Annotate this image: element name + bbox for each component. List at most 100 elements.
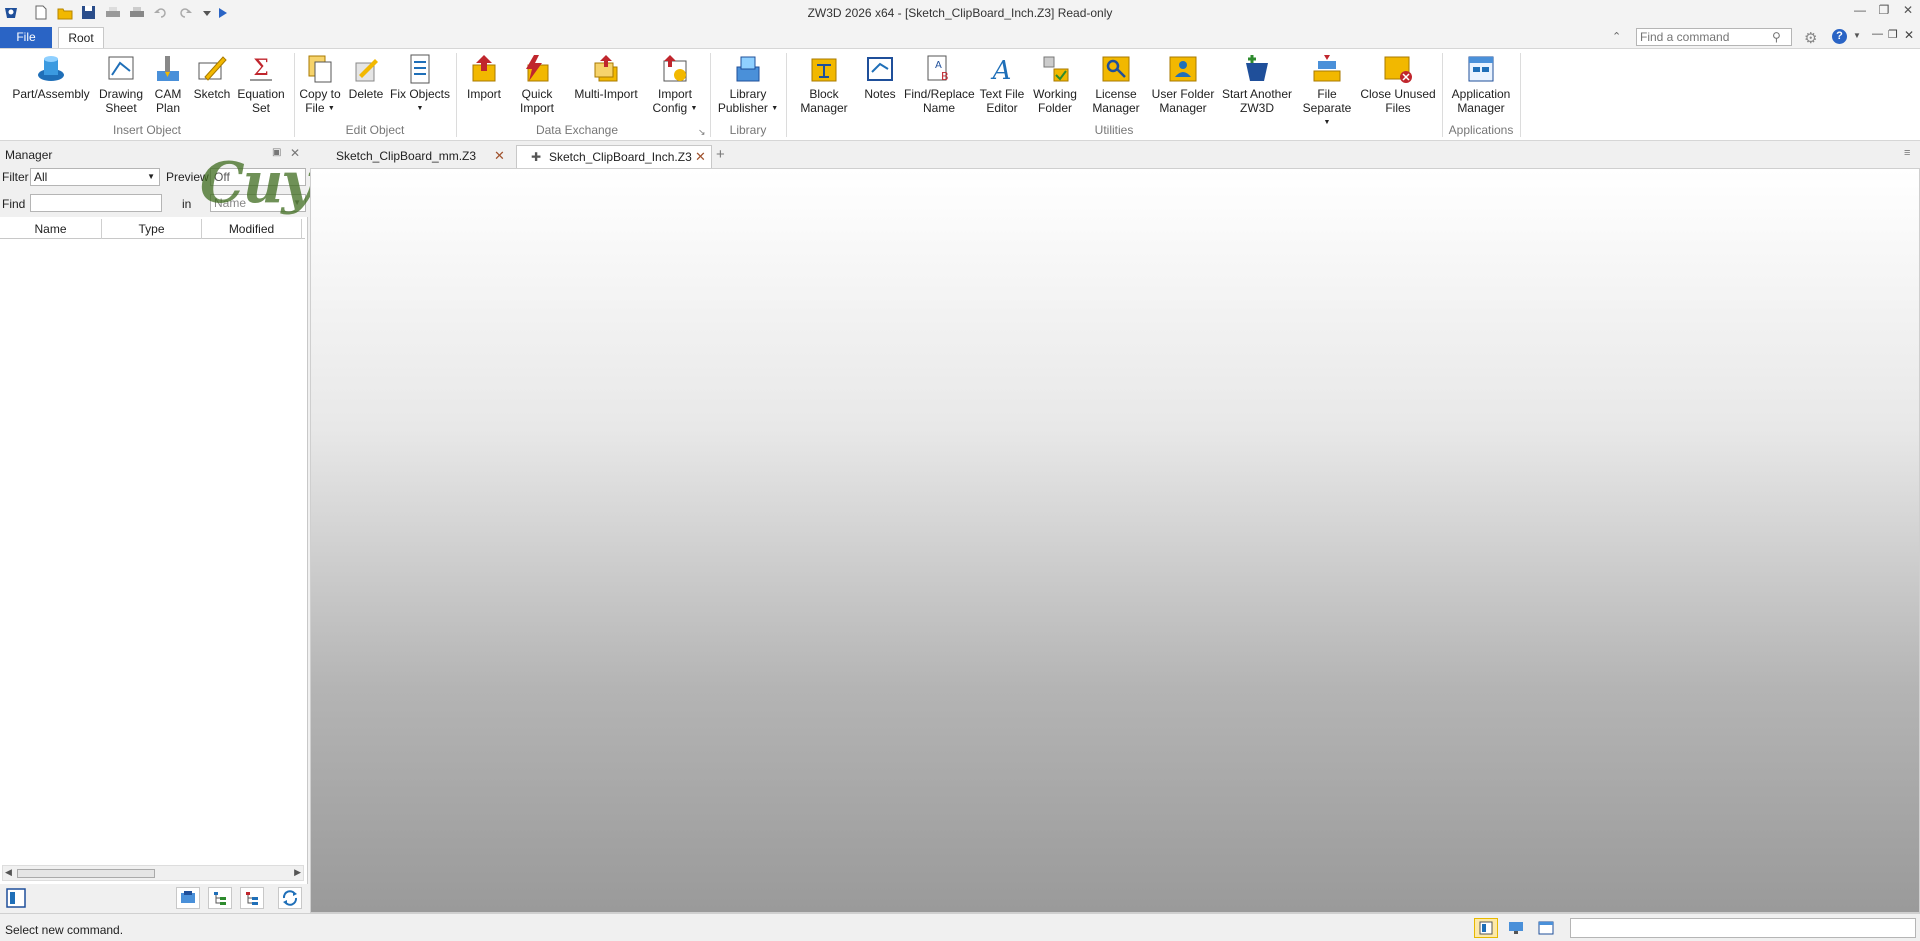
quick-import-icon [526,55,549,82]
file-tab[interactable]: File [0,27,52,48]
text-file-editor-icon: A [991,56,1012,85]
filter-label: Filter [2,170,29,184]
help-dropdown-icon[interactable]: ▼ [1853,31,1861,40]
utilities-group-label: Utilities [1094,123,1134,137]
status-message: Select new command. [5,923,124,937]
column-type[interactable]: Type [102,219,202,239]
user-folder-icon [1169,56,1197,82]
find-replace-icon: AB [927,55,949,83]
minimize-icon[interactable]: — [1852,3,1868,17]
find-replace-name-button[interactable]: AB Find/Replace Name [904,53,975,115]
user-folder-manager-button[interactable]: User Folder Manager [1148,53,1218,115]
ribbon: Part/Assembly Drawing Sheet CAM Plan Ske… [0,48,1920,141]
multi-import-button[interactable]: Multi-Import [566,53,646,101]
part-assembly-button[interactable]: Part/Assembly [8,53,94,101]
window-title: ZW3D 2026 x64 - [Sketch_ClipBoard_Inch.Z… [807,6,1113,20]
svg-text:B: B [941,70,949,83]
doc-restore-icon[interactable]: ❐ [1888,28,1898,41]
status-toggle-1-button[interactable] [1474,918,1498,938]
history-view-button[interactable] [176,887,200,909]
help-icon[interactable]: ? [1832,29,1847,44]
scroll-right-icon[interactable]: ▶ [294,867,301,878]
find-input[interactable] [30,194,162,212]
library-publisher-dropdown-icon: ▼ [771,104,779,112]
collapse-ribbon-icon[interactable]: ⌃ [1612,30,1621,43]
root-tab[interactable]: Root [58,27,104,48]
graphics-viewport[interactable] [310,168,1920,913]
import-config-button[interactable]: Import Config ▼ [650,53,700,116]
license-manager-button[interactable]: License Manager [1086,53,1146,115]
close-tab-mm-icon[interactable]: ✕ [494,145,505,167]
sketch-button[interactable]: Sketch [190,53,234,101]
delete-icon [355,59,378,82]
file-separate-button[interactable]: File Separate ▼ [1298,53,1356,130]
applications-group-label: Applications [1448,123,1514,137]
block-manager-button[interactable]: Block Manager [796,53,852,115]
fix-objects-dropdown-icon: ▼ [416,104,424,112]
display-icon [1509,922,1523,934]
license-manager-icon [1102,56,1130,82]
library-group-label: Library [729,123,767,137]
status-input-field[interactable] [1570,918,1916,938]
close-unused-files-button[interactable]: Close Unused Files [1360,53,1436,115]
add-tab-icon[interactable]: + [716,146,725,163]
notes-icon [867,57,893,81]
status-toggle-3-button[interactable] [1534,918,1558,938]
tab-list-menu-icon[interactable]: ≡ [1904,147,1910,159]
application-manager-button[interactable]: Application Manager [1446,53,1516,115]
scroll-thumb[interactable] [17,869,155,878]
cam-plan-icon [157,56,179,81]
close-tab-inch-icon[interactable]: ✕ [695,146,706,168]
block-manager-icon [811,58,837,82]
close-unused-icon [1384,56,1412,83]
close-icon[interactable]: ✕ [1900,3,1916,17]
working-folder-button[interactable]: Working Folder [1030,53,1080,115]
layer-view-button[interactable] [240,887,264,909]
restore-icon[interactable]: ❐ [1876,3,1892,17]
tab-sketch-clipboard-mm[interactable]: Sketch_ClipBoard_mm.Z3 ✕ [322,145,505,168]
doc-close-icon[interactable]: ✕ [1904,28,1914,42]
import-config-icon [663,55,687,82]
delete-button[interactable]: Delete [346,53,386,101]
library-publisher-button[interactable]: Library Publisher ▼ [716,53,780,116]
settings-gear-icon[interactable]: ⚙ [1804,29,1817,47]
notes-button[interactable]: Notes [858,53,902,101]
find-command-input[interactable] [1636,28,1792,46]
horizontal-scrollbar[interactable]: ◀ ▶ [2,865,304,881]
document-tabs: Sketch_ClipBoard_mm.Z3 ✕ ✚ Sketch_ClipBo… [310,143,1920,168]
library-publisher-icon [736,56,760,82]
search-icon[interactable]: ⚲ [1772,30,1781,44]
fix-objects-icon [410,54,430,84]
drawing-sheet-button[interactable]: Drawing Sheet [96,53,146,115]
copy-to-file-button[interactable]: Copy to File ▼ [298,53,342,116]
import-button[interactable]: Import [462,53,506,101]
doc-minimize-icon[interactable]: — [1872,28,1883,40]
tab-sketch-clipboard-inch[interactable]: ✚ Sketch_ClipBoard_Inch.Z3 ✕ [516,145,712,168]
application-manager-icon [1468,56,1494,82]
manager-panel: Manager ▣ ✕ Filter All ▼ Preview Off Find… [0,143,308,913]
sketch-icon [198,56,227,81]
data-exchange-group-label: Data Exchange [535,123,619,137]
text-file-editor-button[interactable]: A Text File Editor [976,53,1028,115]
start-another-zw3d-button[interactable]: Start Another ZW3D [1220,53,1294,115]
column-modified[interactable]: Modified [202,219,302,239]
find-label: Find [2,197,26,211]
pin-tab-icon[interactable]: ✚ [531,146,541,168]
column-name[interactable]: Name [0,219,102,239]
part-assembly-icon [38,56,64,81]
tree-view-button[interactable] [208,887,232,909]
quick-import-button[interactable]: Quick Import [512,53,562,115]
data-exchange-launcher-icon[interactable]: ↘ [698,127,706,138]
manager-mode-button[interactable] [4,887,28,909]
status-toggle-2-button[interactable] [1504,918,1528,938]
insert-object-group-label: Insert Object [112,123,182,137]
refresh-button[interactable] [278,887,302,909]
fix-objects-button[interactable]: Fix Objects ▼ [388,53,452,116]
title-bar: ZW3D 2026 x64 - [Sketch_ClipBoard_Inch.Z… [0,0,1920,26]
manager-title: Manager [5,148,53,162]
multi-import-icon [594,55,618,82]
scroll-left-icon[interactable]: ◀ [5,867,12,878]
filter-select[interactable]: All ▼ [30,168,160,186]
cam-plan-button[interactable]: CAM Plan [148,53,188,115]
equation-set-button[interactable]: Σ Equation Set [236,53,286,115]
